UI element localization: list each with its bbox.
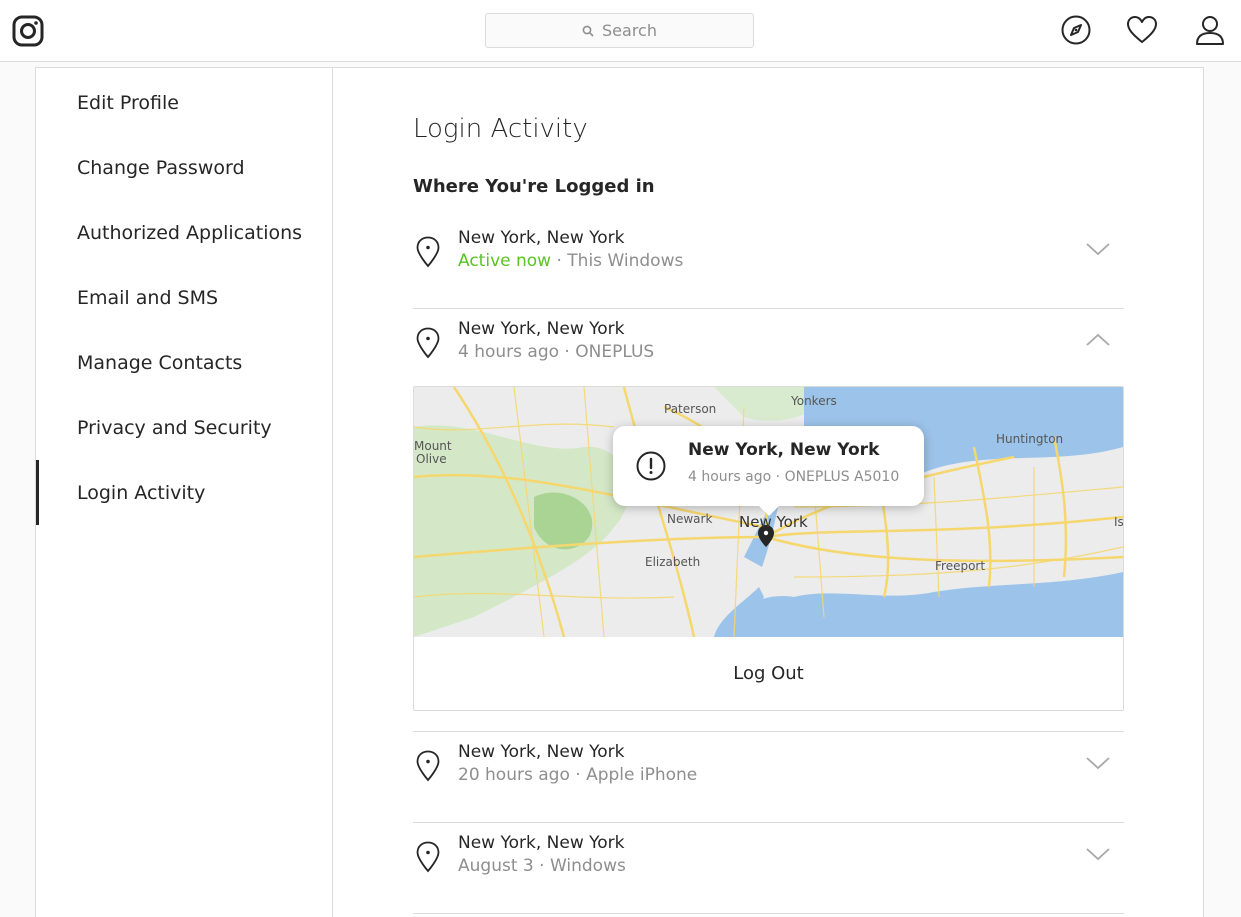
session-device: This Windows (567, 251, 684, 271)
sidebar-item-edit-profile[interactable]: Edit Profile (36, 70, 332, 135)
session-row[interactable]: New York, New York Active now · This Win… (413, 218, 1124, 309)
chevron-down-icon[interactable] (1085, 754, 1111, 772)
sidebar-item-manage-contacts[interactable]: Manage Contacts (36, 330, 332, 395)
session-location: New York, New York (458, 833, 625, 853)
session-device: ONEPLUS (575, 342, 655, 362)
profile-icon[interactable] (1194, 14, 1226, 46)
explore-compass-icon[interactable] (1060, 14, 1092, 46)
session-meta: August 3 · Windows (458, 856, 626, 876)
session-separator: · (533, 856, 550, 876)
map-label-mount: Mount (414, 439, 452, 453)
instagram-logo-icon[interactable] (12, 15, 44, 47)
activity-heart-icon[interactable] (1126, 14, 1158, 46)
alert-circle-icon (636, 451, 666, 481)
location-pin-icon (416, 841, 440, 873)
chevron-down-icon[interactable] (1085, 240, 1111, 258)
session-status: August 3 (458, 856, 534, 876)
map-label-yonkers: Yonkers (791, 394, 837, 408)
top-navigation-bar: Search (0, 0, 1241, 62)
popup-pointer (757, 504, 781, 516)
search-input[interactable]: Search (485, 13, 754, 48)
page-title: Login Activity (413, 114, 588, 144)
session-device: Windows (549, 856, 626, 876)
map-label-newark: Newark (667, 512, 713, 526)
session-status: 20 hours ago (458, 765, 570, 785)
map-label-freeport: Freeport (935, 559, 986, 573)
location-popup: New York, New York 4 hours ago · ONEPLUS… (613, 426, 924, 506)
popup-device: ONEPLUS A5010 (784, 469, 900, 485)
log-out-button[interactable]: Log Out (414, 637, 1123, 710)
sidebar-item-login-activity[interactable]: Login Activity (36, 460, 332, 525)
sidebar-item-label: Email and SMS (77, 286, 219, 309)
session-separator: · (569, 765, 587, 785)
session-meta: Active now · This Windows (458, 251, 683, 271)
popup-location: New York, New York (688, 440, 880, 460)
map-label-olive: Olive (416, 452, 447, 466)
sidebar-item-label: Login Activity (77, 481, 206, 504)
sidebar-item-label: Manage Contacts (77, 351, 243, 374)
session-location: New York, New York (458, 319, 625, 339)
sidebar-item-change-password[interactable]: Change Password (36, 135, 332, 200)
chevron-down-icon[interactable] (1085, 845, 1111, 863)
session-meta: 4 hours ago · ONEPLUS (458, 342, 654, 362)
location-map[interactable]: Paterson Yonkers Huntington Mount Olive … (414, 387, 1124, 638)
sidebar-item-label: Edit Profile (77, 91, 179, 114)
session-row[interactable]: New York, New York August 3 · Windows (413, 823, 1124, 914)
session-location: New York, New York (458, 742, 625, 762)
sidebar-item-label: Authorized Applications (77, 221, 303, 244)
session-separator: · (551, 251, 568, 271)
session-status: Active now (458, 251, 552, 271)
settings-sidebar: Edit Profile Change Password Authorized … (36, 68, 333, 917)
location-pin-icon (416, 236, 440, 268)
search-placeholder: Search (602, 21, 657, 40)
sidebar-item-privacy-and-security[interactable]: Privacy and Security (36, 395, 332, 460)
settings-panel: Edit Profile Change Password Authorized … (35, 67, 1204, 917)
map-label-huntington: Huntington (996, 432, 1064, 446)
session-status: 4 hours ago (458, 342, 560, 362)
session-row[interactable]: New York, New York 20 hours ago · Apple … (413, 732, 1124, 823)
popup-meta: 4 hours ago · ONEPLUS A5010 (688, 469, 899, 485)
sidebar-item-authorized-applications[interactable]: Authorized Applications (36, 200, 332, 265)
location-pin-icon (416, 327, 440, 359)
chevron-up-icon[interactable] (1085, 331, 1111, 349)
popup-time: 4 hours ago (688, 469, 772, 485)
location-pin-icon (416, 750, 440, 782)
map-label-elizabeth: Elizabeth (645, 555, 701, 569)
map-label-paterson: Paterson (664, 402, 717, 416)
search-icon (582, 25, 594, 37)
session-location: New York, New York (458, 228, 625, 248)
sidebar-item-label: Privacy and Security (77, 416, 272, 439)
sidebar-item-email-and-sms[interactable]: Email and SMS (36, 265, 332, 330)
sidebar-item-label: Change Password (77, 156, 245, 179)
session-meta: 20 hours ago · Apple iPhone (458, 765, 697, 785)
session-device: Apple iPhone (586, 765, 698, 785)
session-detail-card: Paterson Yonkers Huntington Mount Olive … (413, 386, 1124, 711)
map-label-is: Is (1114, 515, 1124, 529)
section-title: Where You're Logged in (413, 176, 655, 197)
popup-separator: · (771, 469, 785, 485)
session-separator: · (559, 342, 576, 362)
